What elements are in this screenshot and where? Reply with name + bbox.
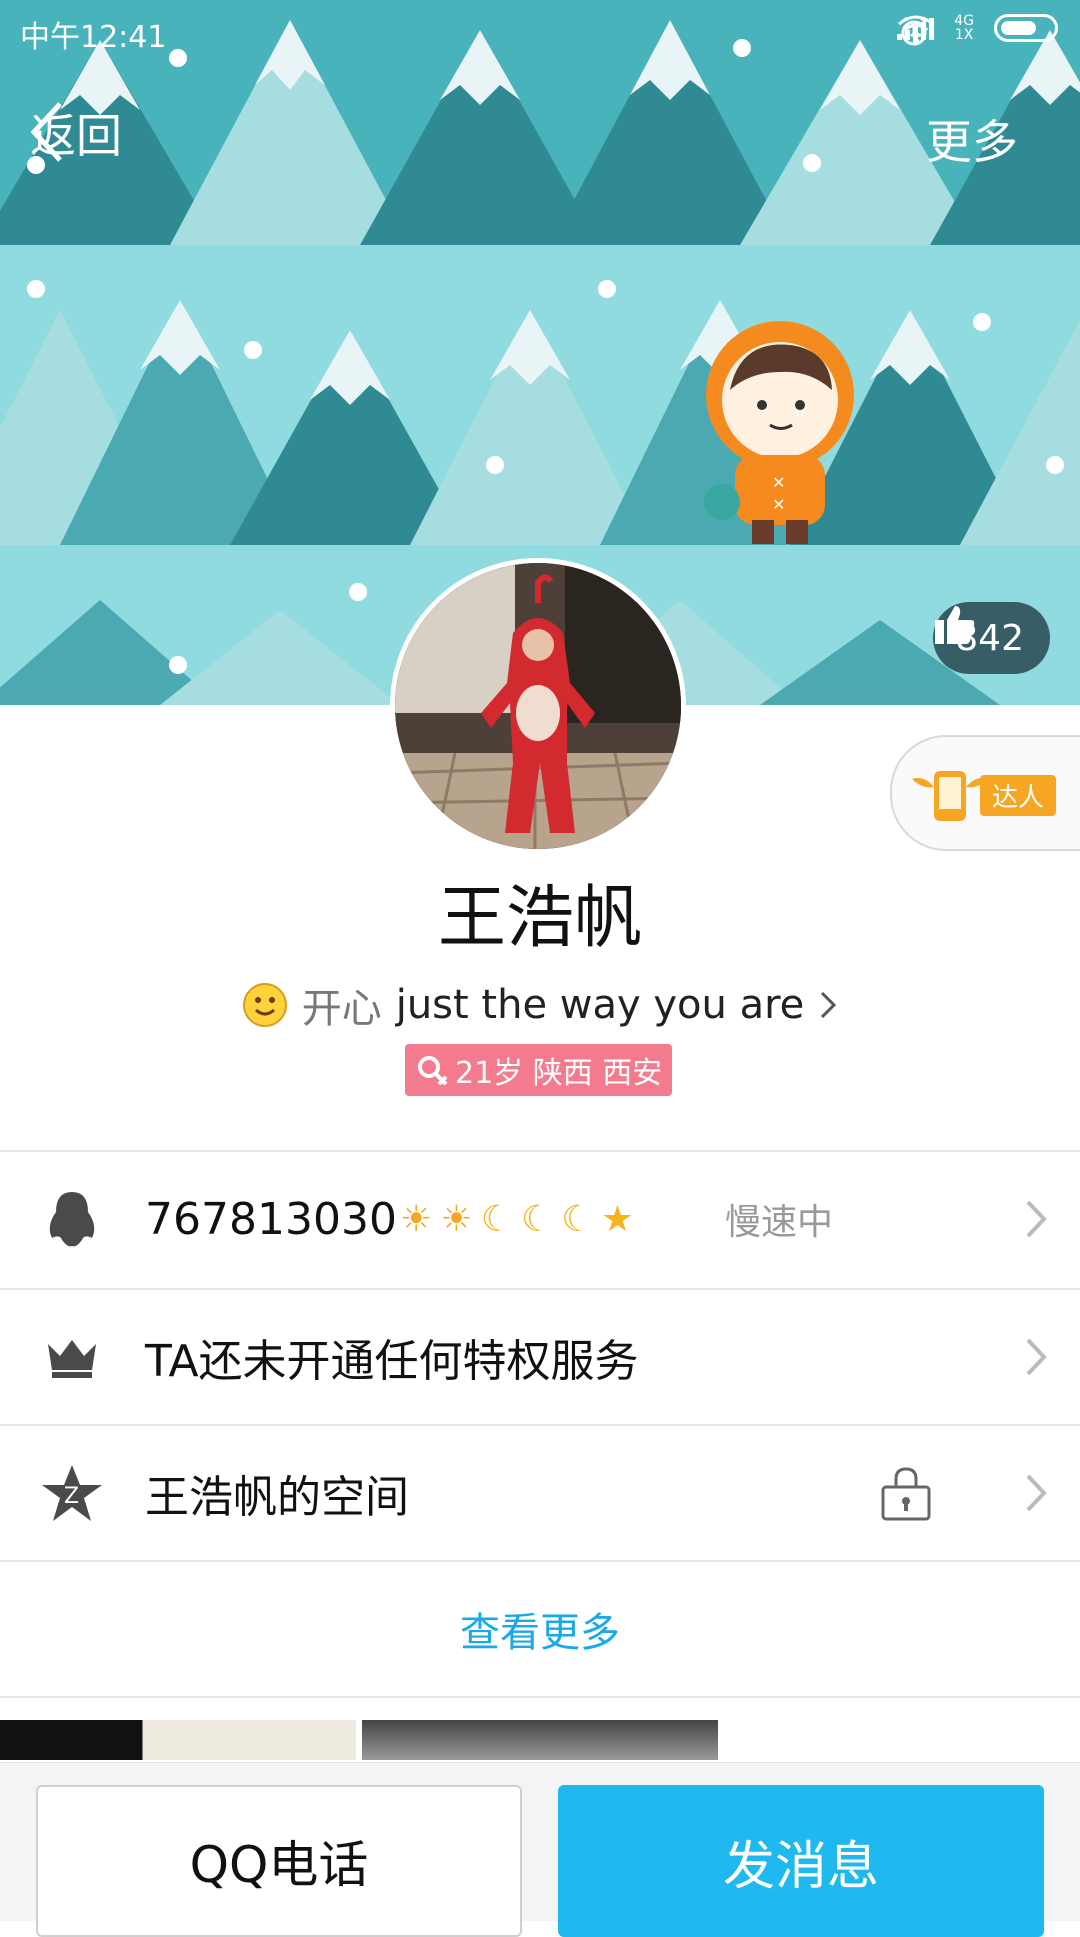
speed-status: 慢速中 — [725, 1202, 834, 1243]
winged-phone-icon — [912, 771, 988, 821]
qq-number-row[interactable]: 767813030 ☀ ☀ ☾ ☾ ☾ ★ 慢速中 — [0, 1152, 1080, 1286]
daren-badge[interactable]: 达人 — [890, 735, 1080, 851]
vip-text: TA还未开通任何特权服务 — [145, 1336, 639, 1387]
signature-row[interactable]: 开心 just the way you are — [0, 976, 1080, 1034]
qq-level-icons: ☀ ☀ ☾ ☾ ☾ ★ — [400, 1199, 634, 1240]
bottom-action-bar: QQ电话 发消息 — [0, 1762, 1080, 1937]
battery-icon — [994, 14, 1058, 42]
daren-label: 达人 — [980, 774, 1057, 816]
moon-icon: ☾ — [520, 1198, 554, 1240]
svg-text:✕: ✕ — [772, 473, 785, 492]
chevron-right-icon — [1026, 1474, 1047, 1512]
photo-thumbnail[interactable] — [362, 1720, 718, 1760]
svg-text:Z: Z — [64, 1484, 79, 1509]
like-button[interactable]: 842 — [933, 602, 1050, 674]
photo-thumbnail[interactable] — [0, 1720, 356, 1760]
vip-row[interactable]: TA还未开通任何特权服务 — [0, 1290, 1080, 1424]
profile-info-text: 21岁 陕西 西安 — [455, 1056, 663, 1091]
qq-number: 767813030 — [145, 1193, 397, 1245]
chevron-right-icon — [1026, 1338, 1047, 1376]
mood-label: 开心 — [301, 986, 382, 1032]
svg-text:✕: ✕ — [772, 495, 785, 514]
divider — [0, 1696, 1080, 1698]
sun-icon: ☀ — [400, 1198, 433, 1240]
avatar-photo — [395, 563, 681, 849]
female-icon — [418, 1056, 448, 1086]
star-icon: ★ — [601, 1198, 634, 1240]
moon-icon: ☾ — [561, 1198, 594, 1240]
qzone-text: 王浩帆的空间 — [145, 1472, 409, 1523]
avatar[interactable] — [390, 558, 686, 854]
divider — [0, 1560, 1080, 1562]
back-button[interactable]: 返回 — [30, 100, 122, 166]
see-more-link[interactable]: 查看更多 — [0, 1600, 1080, 1658]
qzone-star-icon: Z — [40, 1461, 104, 1525]
chevron-right-icon — [1026, 1200, 1047, 1238]
crown-icon — [40, 1325, 104, 1389]
status-time: 中午12:41 — [20, 20, 167, 55]
network-type: 4G 1X — [954, 13, 974, 43]
moon-icon: ☾ — [480, 1198, 513, 1240]
smile-emoji-icon — [242, 983, 287, 1027]
profile-name: 王浩帆 — [437, 879, 642, 958]
lock-icon — [881, 1467, 931, 1521]
more-button[interactable]: 更多 — [926, 106, 1018, 172]
send-message-button[interactable]: 发消息 — [558, 1785, 1044, 1937]
sun-icon: ☀ — [440, 1198, 473, 1240]
signature-text: just the way you are — [395, 982, 805, 1028]
thumbs-up-icon — [935, 606, 975, 644]
chevron-left-icon — [30, 102, 62, 162]
status-bar: 中午12:41 4G 1X — [0, 0, 1080, 60]
profile-info-badge: 21岁 陕西 西安 — [405, 1044, 673, 1096]
chevron-right-icon — [821, 991, 837, 1019]
qq-call-button[interactable]: QQ电话 — [36, 1785, 522, 1937]
wifi-icon — [898, 15, 935, 44]
penguin-icon — [40, 1187, 104, 1251]
status-icons: 4G 1X — [897, 13, 1058, 46]
qzone-row[interactable]: Z 王浩帆的空间 — [0, 1426, 1080, 1560]
